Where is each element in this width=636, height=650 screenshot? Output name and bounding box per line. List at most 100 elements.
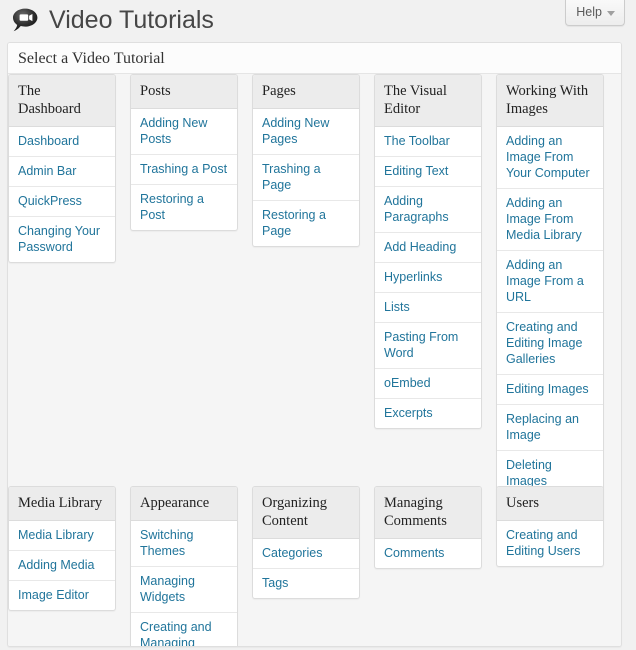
category-box: PagesAdding New PagesTrashing a PageRest… bbox=[252, 74, 360, 247]
help-button[interactable]: Help bbox=[565, 0, 625, 26]
category-box: UsersCreating and Editing Users bbox=[496, 486, 604, 567]
tutorial-link[interactable]: Admin Bar bbox=[9, 157, 115, 186]
list-item: QuickPress bbox=[9, 187, 115, 217]
tutorial-link[interactable]: Creating and Editing Image Galleries bbox=[497, 313, 603, 374]
list-item: Switching Themes bbox=[131, 521, 237, 567]
category-title: Organizing Content bbox=[253, 487, 359, 539]
tutorial-link[interactable]: Adding an Image From a URL bbox=[497, 251, 603, 312]
list-item: Excerpts bbox=[375, 399, 481, 428]
category-title: Users bbox=[497, 487, 603, 521]
tutorial-list: CategoriesTags bbox=[253, 539, 359, 598]
list-item: Changing Your Password bbox=[9, 217, 115, 262]
list-item: Editing Text bbox=[375, 157, 481, 187]
category-title: Pages bbox=[253, 75, 359, 109]
tutorial-link[interactable]: Restoring a Page bbox=[253, 201, 359, 246]
tutorial-link[interactable]: Adding an Image From Your Computer bbox=[497, 127, 603, 188]
tutorial-link[interactable]: Switching Themes bbox=[131, 521, 237, 566]
tutorial-link[interactable]: Restoring a Post bbox=[131, 185, 237, 230]
tutorial-list: The ToolbarEditing TextAdding Paragraphs… bbox=[375, 127, 481, 428]
category-box: Working With ImagesAdding an Image From … bbox=[496, 74, 604, 543]
list-item: Trashing a Post bbox=[131, 155, 237, 185]
list-item: Adding an Image From Your Computer bbox=[497, 127, 603, 189]
tutorial-link[interactable]: Categories bbox=[253, 539, 359, 568]
category-title: Appearance bbox=[131, 487, 237, 521]
tutorial-list: Adding New PagesTrashing a PageRestoring… bbox=[253, 109, 359, 246]
list-item: Comments bbox=[375, 539, 481, 568]
list-item: Editing Images bbox=[497, 375, 603, 405]
page-root: Video Tutorials Help Select a Video Tuto… bbox=[0, 0, 636, 650]
list-item: oEmbed bbox=[375, 369, 481, 399]
tutorial-link[interactable]: Comments bbox=[375, 539, 481, 568]
tutorial-link[interactable]: Lists bbox=[375, 293, 481, 322]
tutorial-link[interactable]: Trashing a Post bbox=[131, 155, 237, 184]
list-item: Dashboard bbox=[9, 127, 115, 157]
tutorial-list: Switching ThemesManaging WidgetsCreating… bbox=[131, 521, 237, 647]
category-title: Media Library bbox=[9, 487, 115, 521]
list-item: Trashing a Page bbox=[253, 155, 359, 201]
tutorial-link[interactable]: Editing Text bbox=[375, 157, 481, 186]
tutorial-link[interactable]: Editing Images bbox=[497, 375, 603, 404]
tutorial-link[interactable]: Changing Your Password bbox=[9, 217, 115, 262]
tutorial-link[interactable]: Hyperlinks bbox=[375, 263, 481, 292]
list-item: Categories bbox=[253, 539, 359, 569]
tutorial-link[interactable]: Creating and Managing Custom Navigation … bbox=[131, 613, 237, 647]
tutorial-link[interactable]: Add Heading bbox=[375, 233, 481, 262]
tutorial-link[interactable]: Tags bbox=[253, 569, 359, 598]
video-chat-bubble-icon bbox=[12, 7, 40, 33]
category-title: The Visual Editor bbox=[375, 75, 481, 127]
tutorial-link[interactable]: Managing Widgets bbox=[131, 567, 237, 612]
chevron-down-icon bbox=[607, 11, 615, 16]
tutorial-link[interactable]: Dashboard bbox=[9, 127, 115, 156]
category-title: The Dashboard bbox=[9, 75, 115, 127]
category-title: Posts bbox=[131, 75, 237, 109]
list-item: Lists bbox=[375, 293, 481, 323]
tutorial-link[interactable]: The Toolbar bbox=[375, 127, 481, 156]
tutorial-link[interactable]: Excerpts bbox=[375, 399, 481, 428]
category-box: AppearanceSwitching ThemesManaging Widge… bbox=[130, 486, 238, 647]
list-item: Adding Media bbox=[9, 551, 115, 581]
tutorial-link[interactable]: Pasting From Word bbox=[375, 323, 481, 368]
panel-header-title: Select a Video Tutorial bbox=[8, 43, 621, 74]
tutorial-link[interactable]: Adding Paragraphs bbox=[375, 187, 481, 232]
tutorial-link[interactable]: Media Library bbox=[9, 521, 115, 550]
tutorial-link[interactable]: oEmbed bbox=[375, 369, 481, 398]
tutorial-link[interactable]: Image Editor bbox=[9, 581, 115, 610]
list-item: Restoring a Post bbox=[131, 185, 237, 230]
video-tutorials-panel: Select a Video Tutorial The DashboardDas… bbox=[7, 42, 622, 647]
panel-body: The DashboardDashboardAdmin BarQuickPres… bbox=[8, 74, 621, 646]
tutorial-link[interactable]: Adding an Image From Media Library bbox=[497, 189, 603, 250]
category-box: Organizing ContentCategoriesTags bbox=[252, 486, 360, 599]
list-item: Replacing an Image bbox=[497, 405, 603, 451]
tutorial-list: Adding an Image From Your ComputerAdding… bbox=[497, 127, 603, 542]
tutorial-list: Adding New PostsTrashing a PostRestoring… bbox=[131, 109, 237, 230]
list-item: Adding New Posts bbox=[131, 109, 237, 155]
list-item: Creating and Editing Users bbox=[497, 521, 603, 566]
category-box: Managing CommentsComments bbox=[374, 486, 482, 569]
list-item: Adding an Image From Media Library bbox=[497, 189, 603, 251]
tutorial-link[interactable]: Adding New Posts bbox=[131, 109, 237, 154]
list-item: Restoring a Page bbox=[253, 201, 359, 246]
category-title: Working With Images bbox=[497, 75, 603, 127]
tutorial-link[interactable]: Replacing an Image bbox=[497, 405, 603, 450]
list-item: Adding New Pages bbox=[253, 109, 359, 155]
list-item: Adding an Image From a URL bbox=[497, 251, 603, 313]
tutorial-link[interactable]: Creating and Editing Users bbox=[497, 521, 603, 566]
tutorial-link[interactable]: Adding New Pages bbox=[253, 109, 359, 154]
tutorial-link[interactable]: Adding Media bbox=[9, 551, 115, 580]
list-item: Creating and Editing Image Galleries bbox=[497, 313, 603, 375]
list-item: Add Heading bbox=[375, 233, 481, 263]
list-item: Media Library bbox=[9, 521, 115, 551]
list-item: Tags bbox=[253, 569, 359, 598]
tutorial-link[interactable]: Trashing a Page bbox=[253, 155, 359, 200]
tutorial-link[interactable]: QuickPress bbox=[9, 187, 115, 216]
category-box: Media LibraryMedia LibraryAdding MediaIm… bbox=[8, 486, 116, 611]
list-item: Hyperlinks bbox=[375, 263, 481, 293]
list-item: The Toolbar bbox=[375, 127, 481, 157]
category-box: The DashboardDashboardAdmin BarQuickPres… bbox=[8, 74, 116, 263]
page-header: Video Tutorials Help bbox=[0, 0, 636, 44]
category-title: Managing Comments bbox=[375, 487, 481, 539]
tutorial-list: Comments bbox=[375, 539, 481, 568]
help-button-label: Help bbox=[576, 5, 602, 19]
list-item: Adding Paragraphs bbox=[375, 187, 481, 233]
category-box: PostsAdding New PostsTrashing a PostRest… bbox=[130, 74, 238, 231]
